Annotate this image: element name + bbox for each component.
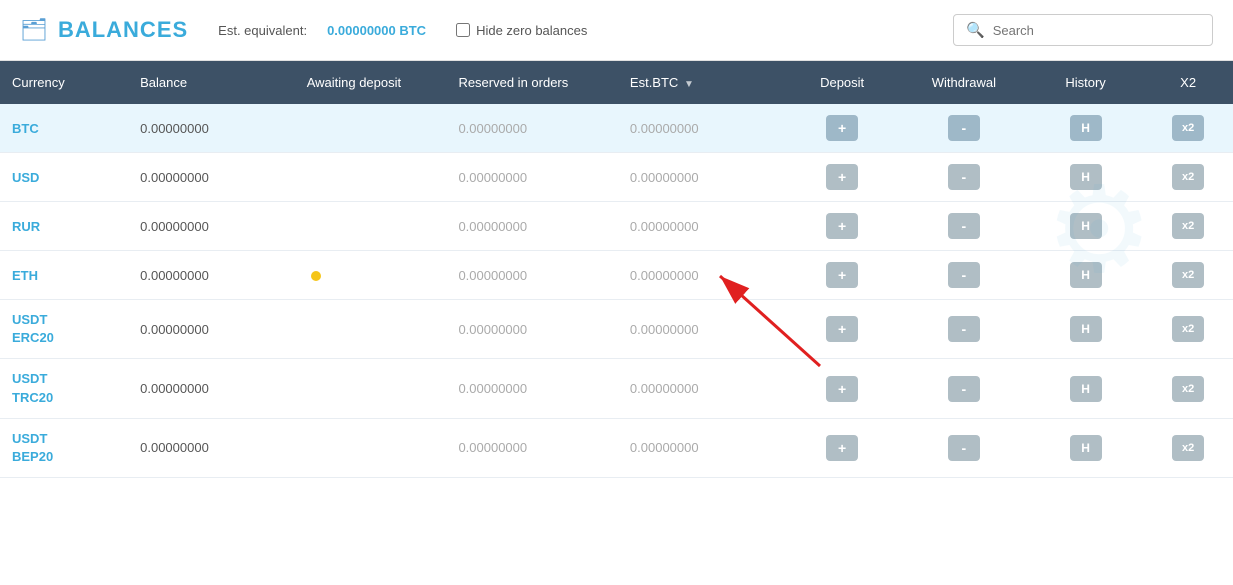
history-button[interactable]: H <box>1070 316 1102 342</box>
currency-name[interactable]: USD <box>12 170 39 185</box>
col-header-withdrawal: Withdrawal <box>900 61 1028 104</box>
x2-button[interactable]: x2 <box>1172 213 1204 239</box>
table-row: RUR 0.00000000 0.00000000 0.00000000 + - Hx2 <box>0 202 1233 251</box>
col-header-estbtc: Est.BTC ▼ <box>618 61 785 104</box>
col-header-history: History <box>1028 61 1143 104</box>
x2-button[interactable]: x2 <box>1172 316 1204 342</box>
withdrawal-button[interactable]: - <box>948 316 980 342</box>
currency-name[interactable]: USDTBEP20 <box>12 431 53 464</box>
table-row: BTC 0.00000000 0.00000000 0.00000000 + - Hx2 <box>0 104 1233 153</box>
deposit-button[interactable]: + <box>826 115 858 141</box>
estbtc-value: 0.00000000 <box>630 219 699 234</box>
balance-value: 0.00000000 <box>140 381 209 396</box>
col-header-reserved: Reserved in orders <box>446 61 617 104</box>
table-row: USD 0.00000000 0.00000000 0.00000000 + - Hx2 <box>0 153 1233 202</box>
sort-icon-estbtc[interactable]: ▼ <box>684 79 694 90</box>
balance-value: 0.00000000 <box>140 219 209 234</box>
estbtc-value: 0.00000000 <box>630 440 699 455</box>
history-button[interactable]: H <box>1070 435 1102 461</box>
estbtc-value: 0.00000000 <box>630 121 699 136</box>
deposit-button[interactable]: + <box>826 376 858 402</box>
deposit-button[interactable]: + <box>826 435 858 461</box>
wallet-icon: 🗂 <box>20 17 48 43</box>
currency-name[interactable]: ETH <box>12 268 38 283</box>
table-row: USDTTRC20 0.00000000 0.00000000 0.00000000 +… <box>0 359 1233 418</box>
balance-value: 0.00000000 <box>140 121 209 136</box>
x2-button[interactable]: x2 <box>1172 376 1204 402</box>
balance-value: 0.00000000 <box>140 170 209 185</box>
balances-table-wrapper: ⚙ Currency Balance Awaiting deposit Rese… <box>0 61 1233 478</box>
reserved-value: 0.00000000 <box>458 170 527 185</box>
search-box: 🔍 <box>953 14 1213 46</box>
reserved-value: 0.00000000 <box>458 322 527 337</box>
currency-name[interactable]: RUR <box>12 219 40 234</box>
estbtc-value: 0.00000000 <box>630 381 699 396</box>
est-value: 0.00000000 BTC <box>327 23 426 38</box>
x2-button[interactable]: x2 <box>1172 435 1204 461</box>
balances-table: Currency Balance Awaiting deposit Reserv… <box>0 61 1233 478</box>
history-button[interactable]: H <box>1070 115 1102 141</box>
withdrawal-button[interactable]: - <box>948 435 980 461</box>
col-header-currency: Currency <box>0 61 128 104</box>
deposit-button[interactable]: + <box>826 213 858 239</box>
deposit-button[interactable]: + <box>826 164 858 190</box>
hide-zero-checkbox[interactable] <box>456 23 470 37</box>
est-equivalent-label: Est. equivalent: <box>218 23 307 38</box>
col-header-awaiting: Awaiting deposit <box>295 61 447 104</box>
estbtc-value: 0.00000000 <box>630 268 699 283</box>
x2-button[interactable]: x2 <box>1172 262 1204 288</box>
balance-value: 0.00000000 <box>140 322 209 337</box>
col-header-balance: Balance <box>128 61 295 104</box>
x2-button[interactable]: x2 <box>1172 164 1204 190</box>
deposit-button[interactable]: + <box>826 316 858 342</box>
search-icon: 🔍 <box>966 21 985 39</box>
reserved-value: 0.00000000 <box>458 440 527 455</box>
reserved-value: 0.00000000 <box>458 381 527 396</box>
reserved-value: 0.00000000 <box>458 121 527 136</box>
currency-name[interactable]: BTC <box>12 121 39 136</box>
table-row: ETH 0.00000000 0.00000000 0.00000000 + - Hx2 <box>0 251 1233 300</box>
search-input[interactable] <box>993 23 1200 38</box>
balance-value: 0.00000000 <box>140 268 209 283</box>
withdrawal-button[interactable]: - <box>948 376 980 402</box>
x2-button[interactable]: x2 <box>1172 115 1204 141</box>
col-header-x2: X2 <box>1143 61 1233 104</box>
estbtc-value: 0.00000000 <box>630 322 699 337</box>
reserved-value: 0.00000000 <box>458 219 527 234</box>
table-row: USDTERC20 0.00000000 0.00000000 0.00000000 +… <box>0 300 1233 359</box>
history-button[interactable]: H <box>1070 164 1102 190</box>
hide-zero-label[interactable]: Hide zero balances <box>476 23 587 38</box>
col-header-deposit: Deposit <box>784 61 899 104</box>
currency-name[interactable]: USDTERC20 <box>12 312 54 345</box>
page-title: BALANCES <box>58 17 188 43</box>
history-button[interactable]: H <box>1070 213 1102 239</box>
withdrawal-button[interactable]: - <box>948 164 980 190</box>
estbtc-value: 0.00000000 <box>630 170 699 185</box>
balance-value: 0.00000000 <box>140 440 209 455</box>
withdrawal-button[interactable]: - <box>948 115 980 141</box>
reserved-value: 0.00000000 <box>458 268 527 283</box>
table-header-row: Currency Balance Awaiting deposit Reserv… <box>0 61 1233 104</box>
currency-name[interactable]: USDTTRC20 <box>12 371 53 404</box>
withdrawal-button[interactable]: - <box>948 213 980 239</box>
withdrawal-button[interactable]: - <box>948 262 980 288</box>
history-button[interactable]: H <box>1070 376 1102 402</box>
eth-dot <box>311 271 321 281</box>
deposit-button[interactable]: + <box>826 262 858 288</box>
history-button[interactable]: H <box>1070 262 1102 288</box>
table-row: USDTBEP20 0.00000000 0.00000000 0.00000000 +… <box>0 418 1233 477</box>
